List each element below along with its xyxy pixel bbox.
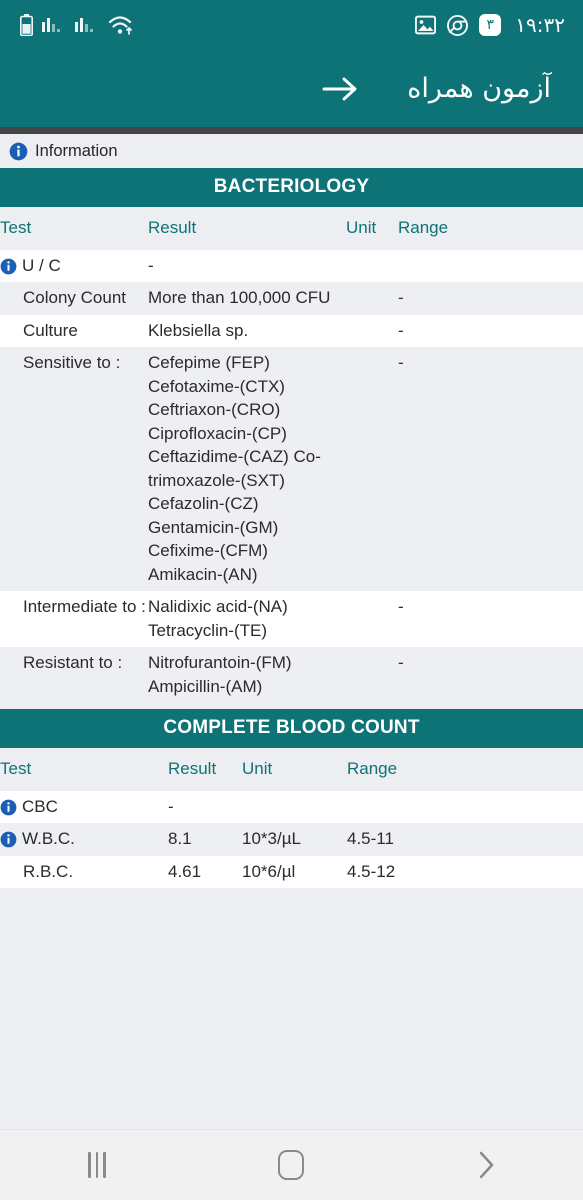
cell-range: - [398, 597, 404, 616]
image-icon [415, 15, 437, 35]
cell-result: Nitrofurantoin-(FM) Ampicillin-(AM) [148, 653, 292, 696]
cell-test: R.B.C. [0, 856, 168, 889]
cell-range [398, 250, 583, 283]
info-icon [0, 258, 17, 274]
test-name: Colony Count [23, 288, 127, 307]
cell-unit [242, 791, 347, 824]
table-row[interactable]: R.B.C. 4.61 10*6/µl 4.5-12 [0, 855, 583, 889]
test-name: Intermediate to : [23, 597, 146, 616]
cell-test: Colony Count [0, 282, 148, 315]
table-row[interactable]: W.B.C. 8.1 10*3/µL 4.5-11 [0, 823, 583, 856]
table-row[interactable]: Colony Count More than 100,000 CFU - [0, 282, 583, 315]
cell-test: U / C [0, 250, 148, 283]
test-name: Culture [23, 320, 78, 340]
signal-sim1-icon [42, 18, 60, 32]
results-table: Test Result Unit Range CBC - W.B.C. 8.1 10*3/µL 4… [0, 748, 583, 888]
test-name: Resistant to : [23, 653, 123, 672]
battery-icon [20, 14, 33, 36]
column-header-test: Test [0, 207, 148, 250]
status-bar-right-icons: ۳ ۱۹:۳۲ [415, 13, 565, 37]
table-row[interactable]: Culture Klebsiella sp. - [0, 314, 583, 348]
cell-test: Sensitive to : [0, 347, 148, 591]
signal-sim2-icon [75, 18, 93, 32]
phone-screen: ۳ ۱۹:۳۲ آزمون همراه Information BACTERIO… [0, 0, 583, 1200]
cell-unit [346, 347, 398, 591]
cell-test: CBC [0, 791, 168, 824]
cell-unit [346, 250, 398, 283]
cell-test: Intermediate to : [0, 591, 148, 647]
report-scroll-area[interactable]: BACTERIOLOGY Test Result Unit Range U / C - Col… [0, 168, 583, 1129]
system-navigation-bar [0, 1129, 583, 1200]
cell-range: - [398, 288, 404, 307]
status-bar-left-icons [20, 14, 135, 36]
app-bar: آزمون همراه [0, 50, 583, 127]
column-header-unit: Unit [346, 207, 398, 250]
cell-result: - [148, 255, 154, 275]
column-header-range: Range [347, 748, 583, 791]
information-bar[interactable]: Information [0, 134, 583, 168]
cell-range: - [398, 320, 404, 340]
test-name: U / C [22, 255, 61, 275]
cell-result: More than 100,000 CFU [148, 288, 331, 307]
test-name: W.B.C. [22, 829, 75, 848]
cell-unit [346, 647, 398, 703]
header-divider-strip [0, 127, 583, 134]
cell-result: 8.1 [168, 829, 192, 848]
recents-icon[interactable] [52, 1130, 142, 1200]
cell-unit: 10*3/µL [242, 829, 301, 848]
info-icon [0, 831, 17, 848]
cell-range: 4.5-12 [347, 861, 396, 881]
info-icon [0, 799, 17, 815]
cell-range: 4.5-11 [347, 829, 394, 848]
cell-result: 4.61 [168, 861, 202, 881]
information-bar-label: Information [35, 141, 118, 160]
page-title: آزمون همراه [407, 73, 551, 104]
cell-unit [346, 315, 398, 348]
table-row[interactable]: U / C - [0, 249, 583, 283]
column-header-unit: Unit [242, 748, 347, 791]
cell-result: Klebsiella sp. [148, 320, 249, 340]
results-table: Test Result Unit Range U / C - Colony Count Mor… [0, 207, 583, 703]
cell-test: W.B.C. [0, 823, 168, 856]
table-row[interactable]: Sensitive to : Cefepime (FEP) Cefotaxime-… [0, 347, 583, 591]
cell-range: - [398, 353, 404, 372]
status-bar-clock: ۱۹:۳۲ [515, 13, 565, 37]
cell-test: Resistant to : [0, 647, 148, 703]
column-header-result: Result [168, 748, 242, 791]
section-header: COMPLETE BLOOD COUNT [0, 709, 583, 748]
section-header: BACTERIOLOGY [0, 168, 583, 207]
back-chevron-icon[interactable] [441, 1130, 531, 1200]
home-icon[interactable] [246, 1130, 336, 1200]
table-row[interactable]: CBC - [0, 790, 583, 824]
chrome-icon [447, 14, 469, 36]
cell-unit [346, 591, 398, 647]
table-header-row: Test Result Unit Range [0, 748, 583, 791]
table-header-row: Test Result Unit Range [0, 207, 583, 250]
cell-result: Nalidixic acid-(NA) Tetracyclin-(TE) [148, 597, 288, 640]
column-header-test: Test [0, 748, 168, 791]
table-row[interactable]: Resistant to : Nitrofurantoin-(FM) Ampici… [0, 647, 583, 703]
test-name: R.B.C. [23, 861, 74, 881]
table-row[interactable]: Intermediate to : Nalidixic acid-(NA) Tet… [0, 591, 583, 647]
cell-unit: 10*6/µl [242, 861, 296, 881]
column-header-result: Result [148, 207, 346, 250]
wifi-icon [108, 15, 132, 35]
test-name: CBC [22, 796, 58, 816]
column-header-range: Range [398, 207, 583, 250]
cell-result: - [168, 796, 174, 816]
info-icon [9, 142, 28, 160]
status-bar: ۳ ۱۹:۳۲ [0, 0, 583, 50]
test-name: Sensitive to : [23, 353, 121, 372]
cell-test: Culture [0, 315, 148, 348]
cell-unit [346, 282, 398, 315]
arrow-right-icon[interactable] [321, 74, 361, 104]
notification-count-badge: ۳ [479, 14, 502, 36]
cell-range [347, 791, 583, 824]
cell-range: - [398, 653, 404, 672]
cell-result: Cefepime (FEP) Cefotaxime-(CTX) Ceftriax… [148, 353, 321, 584]
